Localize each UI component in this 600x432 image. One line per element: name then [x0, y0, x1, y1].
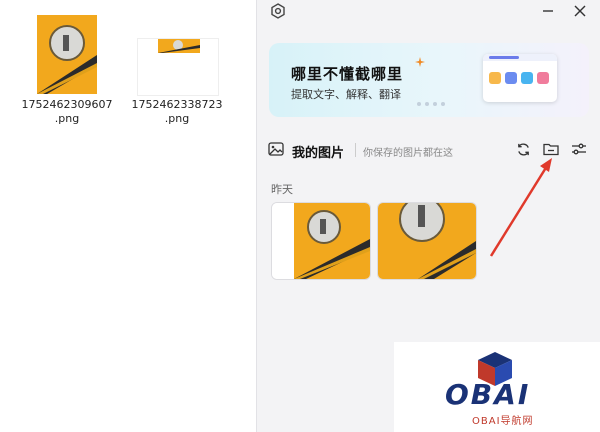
file-explorer: 1752462309607 .png 1752462338723 .png — [0, 0, 256, 432]
watermark-text: OBAI — [445, 378, 531, 411]
file-name[interactable]: 1752462338723 .png — [127, 98, 227, 126]
file-thumbnail[interactable] — [137, 38, 219, 96]
watermark-logo: OBAI OBAI导航网 — [394, 342, 600, 432]
stair-photo-image — [138, 39, 218, 95]
file-thumbnail[interactable] — [37, 15, 97, 94]
watermark-subtext: OBAI导航网 — [472, 416, 534, 427]
file-name[interactable]: 1752462309607 .png — [17, 98, 117, 126]
stair-photo-image — [37, 15, 97, 94]
